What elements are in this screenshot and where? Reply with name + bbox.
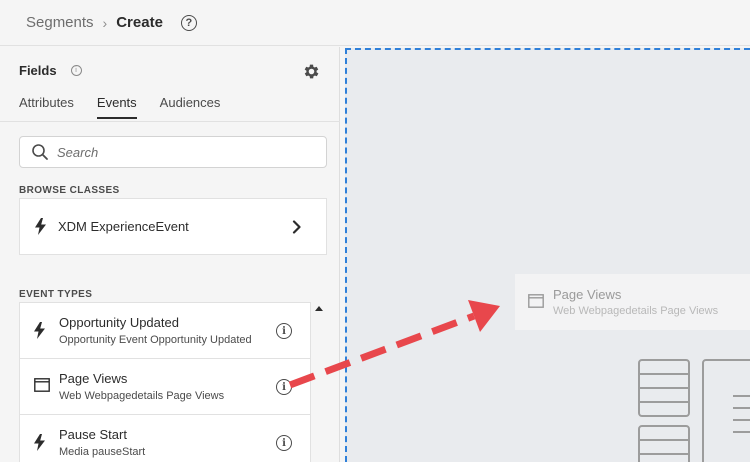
canvas-illustration [638, 359, 750, 462]
fields-tabs: Attributes Events Audiences [19, 95, 243, 119]
breadcrumb-separator: › [102, 14, 108, 31]
scroll-up-arrow[interactable] [314, 305, 324, 313]
lightning-icon [35, 218, 46, 235]
dragged-item-ghost[interactable]: Page Views Web Webpagedetails Page Views [515, 274, 750, 330]
window-icon [34, 378, 50, 392]
window-icon [528, 294, 544, 308]
list-item[interactable]: Pause Start Media pauseStart i [19, 414, 311, 462]
search-input[interactable] [57, 144, 307, 160]
search-field[interactable] [19, 136, 327, 168]
tab-audiences[interactable]: Audiences [160, 95, 221, 119]
help-icon[interactable]: ? [180, 14, 197, 31]
page-title: Create [116, 14, 163, 31]
info-icon[interactable]: i [276, 435, 292, 451]
search-icon [32, 144, 48, 160]
class-item-label: XDM ExperienceEvent [58, 219, 189, 234]
info-icon[interactable]: i [276, 323, 292, 339]
item-title: Pause Start [59, 427, 127, 442]
info-icon[interactable]: i [276, 379, 292, 395]
tab-events[interactable]: Events [96, 95, 137, 119]
browse-classes-label: BROWSE CLASSES [19, 185, 120, 196]
fields-header: Fields i [19, 63, 82, 78]
fields-title: Fields [19, 63, 57, 78]
breadcrumb-segments[interactable]: Segments [26, 14, 94, 31]
class-item-xdm-experienceevent[interactable]: XDM ExperienceEvent [19, 198, 327, 255]
event-types-list: Opportunity Updated Opportunity Event Op… [19, 302, 311, 462]
item-subtitle: Web Webpagedetails Page Views [59, 390, 225, 402]
ghost-subtitle: Web Webpagedetails Page Views [553, 305, 719, 317]
fields-panel: Fields i Attributes Events Audiences BRO… [0, 47, 340, 462]
tab-attributes[interactable]: Attributes [19, 95, 74, 119]
item-subtitle: Media pauseStart [59, 446, 146, 458]
ghost-title: Page Views [553, 287, 622, 302]
list-item[interactable]: Page Views Web Webpagedetails Page Views… [19, 358, 311, 415]
list-item[interactable]: Opportunity Updated Opportunity Event Op… [19, 302, 311, 359]
item-title: Page Views [59, 371, 128, 386]
item-title: Opportunity Updated [59, 315, 179, 330]
page-header: Segments › Create ? [0, 0, 750, 46]
info-icon[interactable]: i [70, 65, 82, 76]
lightning-icon [34, 434, 45, 451]
item-subtitle: Opportunity Event Opportunity Updated [59, 334, 252, 346]
event-types-label: EVENT TYPES [19, 289, 93, 300]
gear-icon[interactable] [302, 62, 321, 81]
chevron-right-icon[interactable] [292, 220, 302, 234]
tabs-divider [0, 121, 340, 122]
lightning-icon [34, 322, 45, 339]
